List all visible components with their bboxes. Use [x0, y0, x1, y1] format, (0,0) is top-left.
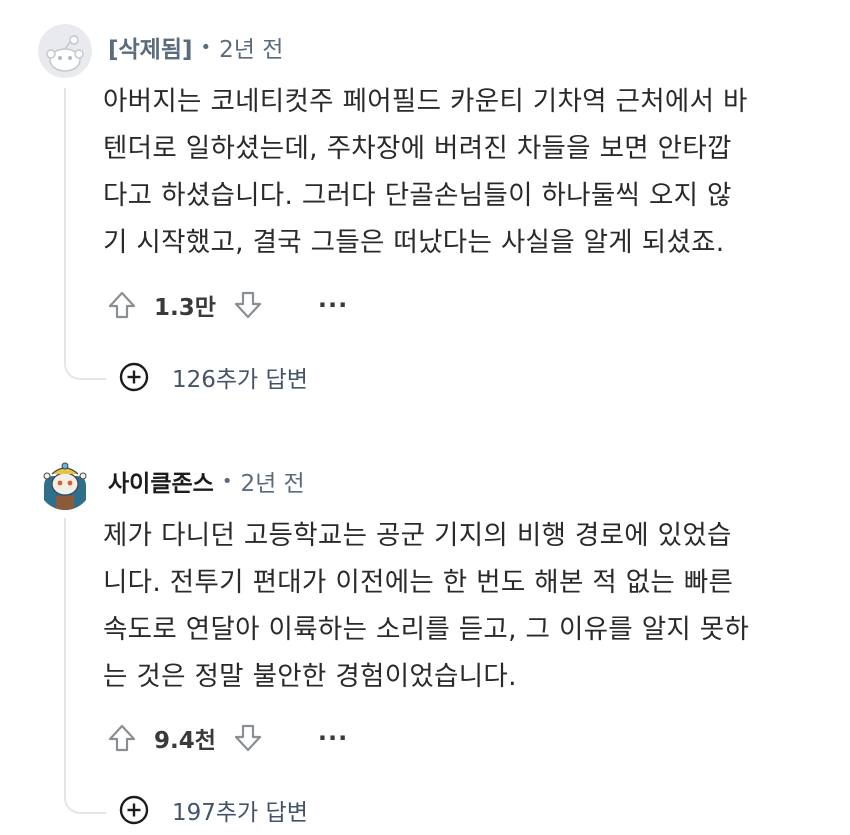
comment-line: 제가 다니던 고등학교는 공군 기지의 비행 경로에 있었습 [103, 520, 732, 551]
separator-dot: • [200, 36, 212, 58]
thread-line[interactable] [64, 88, 66, 360]
comment-line: 니다. 전투기 편대가 이전에는 한 번도 해본 적 없는 빠른 [103, 567, 734, 598]
more-replies-link[interactable]: 197추가 답변 [118, 793, 308, 827]
author-name[interactable]: [삭제됨] [108, 30, 193, 64]
more-options-icon[interactable]: ··· [318, 293, 348, 317]
downvote-arrow-icon[interactable] [230, 287, 266, 323]
comment-actions: 9.4천 ··· [104, 718, 348, 758]
downvote-arrow-icon[interactable] [230, 720, 266, 756]
avatar-default[interactable] [38, 24, 92, 78]
more-replies-link[interactable]: 126추가 답변 [118, 360, 308, 394]
author-name[interactable]: 사이클존스 [108, 464, 214, 498]
comment-line: 기 시작했고, 결국 그들은 떠났다는 사실을 알게 되셨죠. [103, 227, 725, 258]
comment-body: 아버지는 코네티컷주 페어필드 카운티 기차역 근처에서 바 텐더로 일하셨는데… [103, 78, 803, 266]
vote-score: 1.3만 [154, 295, 216, 321]
comment-line: 속도로 연달아 이륙하는 소리를 듣고, 그 이유를 알지 못하 [103, 614, 750, 645]
thread-elbow [64, 360, 106, 380]
upvote-arrow-icon[interactable] [104, 287, 140, 323]
comment-age: 2년 전 [219, 37, 284, 63]
comment-line: 는 것은 정말 불안한 경험이었습니다. [103, 661, 517, 692]
comment-line: 아버지는 코네티컷주 페어필드 카운티 기차역 근처에서 바 [103, 86, 748, 117]
comment-line: 텐더로 일하셨는데, 주차장에 버려진 차들을 보면 안타깝 [103, 133, 732, 164]
vote-score: 9.4천 [154, 728, 216, 754]
separator-dot: • [221, 470, 233, 492]
more-replies-label[interactable]: 126추가 답변 [172, 360, 308, 394]
expand-plus-icon [119, 795, 149, 825]
more-options-icon[interactable]: ··· [318, 726, 348, 750]
comment-header: 사이클존스 • 2년 전 [108, 464, 305, 498]
comment-header: [삭제됨] • 2년 전 [108, 30, 283, 64]
expand-plus-icon [119, 362, 149, 392]
comment-body: 제가 다니던 고등학교는 공군 기지의 비행 경로에 있었습 니다. 전투기 편… [103, 512, 803, 700]
comment-actions: 1.3만 ··· [104, 285, 348, 325]
avatar-snoo[interactable] [38, 456, 92, 510]
upvote-arrow-icon[interactable] [104, 720, 140, 756]
comment-age: 2년 전 [240, 471, 305, 497]
thread-elbow [64, 794, 106, 814]
more-replies-label[interactable]: 197추가 답변 [172, 793, 308, 827]
comment-line: 다고 하셨습니다. 그러다 단골손님들이 하나둘씩 오지 않 [103, 180, 732, 211]
thread-line[interactable] [64, 518, 66, 794]
